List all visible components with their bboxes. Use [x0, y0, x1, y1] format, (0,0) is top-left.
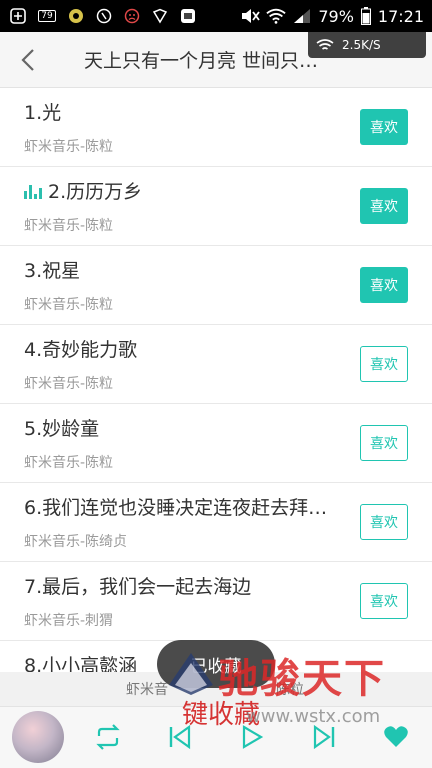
song-row-3[interactable]: 3.祝星 虾米音乐-陈粒 喜欢 — [0, 246, 432, 325]
song-title: 3.祝星 — [24, 256, 342, 283]
like-button[interactable]: 喜欢 — [360, 109, 408, 145]
song-title: 2.历历万乡 — [24, 177, 342, 204]
network-speed-text: 2.5K/S — [342, 38, 381, 52]
battery-percent: 79% — [318, 6, 354, 26]
like-button[interactable]: 喜欢 — [360, 346, 408, 382]
song-title: 5.妙龄童 — [24, 414, 342, 441]
shield-phone-icon — [94, 6, 114, 26]
song-artist: 虾米音乐-陈粒 — [24, 455, 114, 471]
sad-face-icon — [122, 6, 142, 26]
app-circle-icon — [66, 6, 86, 26]
like-button[interactable]: 喜欢 — [360, 267, 408, 303]
song-row-4[interactable]: 4.奇妙能力歌 虾米音乐-陈粒 喜欢 — [0, 325, 432, 404]
status-left-icons: 79 — [8, 6, 198, 26]
repeat-button[interactable] — [92, 721, 124, 753]
song-title-text: 3.祝星 — [24, 260, 81, 282]
badge-number: 79 — [38, 10, 56, 22]
clock-time: 17:21 — [377, 6, 424, 26]
repeat-icon — [96, 724, 120, 750]
chevron-left-icon — [21, 49, 34, 71]
favorite-button[interactable] — [380, 721, 412, 753]
wifi-icon — [316, 39, 334, 50]
battery-icon — [360, 6, 372, 26]
like-button[interactable]: 喜欢 — [360, 425, 408, 461]
song-artist: 虾米音乐-刺猬 — [24, 613, 114, 629]
song-row-1[interactable]: 1.光 虾米音乐-陈粒 喜欢 — [0, 88, 432, 167]
security-shield-icon — [150, 6, 170, 26]
badge-number-icon: 79 — [36, 6, 58, 26]
status-right-icons: 79% 17:21 — [240, 6, 424, 26]
song-title: 1.光 — [24, 98, 342, 125]
add-notification-icon — [8, 6, 28, 26]
song-title-text: 7.最后，我们会一起去海边 — [24, 576, 252, 598]
mute-icon — [240, 6, 261, 26]
song-title-text: 2.历历万乡 — [48, 181, 143, 203]
song-title-text: 6.我们连觉也没睡决定连夜赶去拜… — [24, 497, 328, 519]
watermark-url: www.wstx.com — [246, 706, 381, 727]
song-title: 6.我们连觉也没睡决定连夜赶去拜… — [24, 493, 342, 520]
skip-next-icon — [313, 724, 335, 750]
song-artist: 虾米音乐-陈粒 — [24, 139, 114, 155]
song-title-text: 4.奇妙能力歌 — [24, 339, 138, 361]
mini-artist-text-a: 虾米音 — [126, 682, 168, 698]
back-button[interactable] — [12, 44, 44, 76]
song-title: 4.奇妙能力歌 — [24, 335, 342, 362]
song-artist: 虾米音乐-陈绮贞 — [24, 534, 128, 550]
like-button[interactable]: 喜欢 — [360, 188, 408, 224]
wifi-icon — [266, 6, 286, 26]
song-artist: 虾米音乐-陈粒 — [24, 218, 114, 234]
song-list: 1.光 虾米音乐-陈粒 喜欢 2.历历万乡 虾米音乐-陈粒 喜欢 3.祝星 虾米… — [0, 88, 432, 720]
album-art-avatar[interactable] — [12, 711, 64, 763]
song-row-6[interactable]: 6.我们连觉也没睡决定连夜赶去拜… 虾米音乐-陈绮贞 喜欢 — [0, 483, 432, 562]
like-button[interactable]: 喜欢 — [360, 504, 408, 540]
song-artist: 虾米音乐-陈粒 — [24, 376, 114, 392]
song-row-7[interactable]: 7.最后，我们会一起去海边 虾米音乐-刺猬 喜欢 — [0, 562, 432, 641]
now-playing-bars-icon — [24, 183, 44, 199]
header-bar: 天上只有一个月亮 世间只… 2.5K/S — [0, 32, 432, 88]
signal-icon — [292, 6, 312, 26]
phone-app-icon — [178, 6, 198, 26]
song-artist: 虾米音乐-陈粒 — [24, 297, 114, 313]
song-title-text: 1.光 — [24, 102, 62, 124]
song-title-text: 5.妙龄童 — [24, 418, 100, 440]
song-row-5[interactable]: 5.妙龄童 虾米音乐-陈粒 喜欢 — [0, 404, 432, 483]
status-bar: 79 79% 17:21 — [0, 0, 432, 32]
heart-icon — [384, 726, 408, 747]
song-title: 7.最后，我们会一起去海边 — [24, 572, 342, 599]
song-row-2[interactable]: 2.历历万乡 虾米音乐-陈粒 喜欢 — [0, 167, 432, 246]
network-speed-badge: 2.5K/S — [308, 32, 426, 58]
like-button[interactable]: 喜欢 — [360, 583, 408, 619]
